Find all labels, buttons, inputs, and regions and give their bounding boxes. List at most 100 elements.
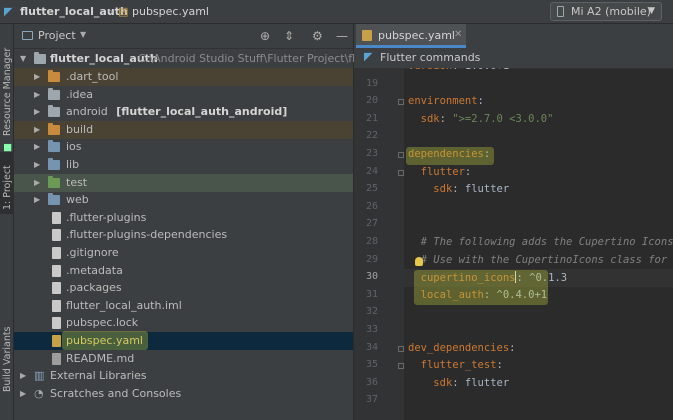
code-line[interactable]: flutter_test:	[408, 359, 503, 371]
tree-item-web[interactable]: ▶ web	[14, 191, 353, 209]
tree-item-build[interactable]: ▶ build	[14, 120, 353, 139]
collapsed-arrow-icon[interactable]: ▶	[34, 156, 40, 174]
tree-item-external-libraries[interactable]: ▶ ▥ External Libraries	[14, 367, 353, 385]
code-line[interactable]: sdk: flutter	[408, 183, 509, 195]
device-selector[interactable]: Mi A2 (mobile) ▼	[550, 2, 662, 21]
tree-item-scratches-and-consoles[interactable]: ▶ ◔ Scratches and Consoles	[14, 385, 353, 403]
fold-icon[interactable]	[398, 99, 404, 106]
tree-item-label: .flutter-plugins	[66, 210, 147, 224]
build-variants-tab[interactable]: Build Variants	[0, 320, 14, 396]
chevron-down-icon: ▼	[648, 6, 655, 16]
tree-item-label: .dart_tool	[66, 70, 119, 83]
project-tab[interactable]: 1: Project	[0, 152, 14, 214]
line-number: 18	[354, 68, 378, 71]
tree-item-lib[interactable]: ▶ lib	[14, 156, 353, 174]
navigation-bar: ◤ flutter_local_auth › ▤ pubspec.yaml Mi…	[0, 0, 673, 24]
fold-icon[interactable]	[398, 169, 404, 176]
collapsed-arrow-icon[interactable]: ▶	[34, 138, 40, 156]
collapsed-arrow-icon[interactable]: ▶	[34, 68, 40, 86]
file-icon	[52, 299, 61, 312]
editor-tab-pubspec[interactable]: pubspec.yaml ✕	[356, 24, 466, 48]
file-icon	[52, 264, 61, 277]
file-icon	[52, 211, 61, 224]
collapsed-arrow-icon[interactable]: ▶	[20, 385, 26, 403]
tree-item-android[interactable]: ▶ android [flutter_local_auth_android]	[14, 103, 353, 121]
flutter-icon: ◤	[4, 5, 13, 18]
tree-root[interactable]: ▼ flutter_local_auth C:\Android Studio S…	[14, 50, 388, 68]
tree-item-flutter-plugins[interactable]: .flutter-plugins	[14, 209, 353, 227]
code-line[interactable]: sdk: flutter	[408, 377, 509, 389]
breadcrumb-file[interactable]: pubspec.yaml	[132, 5, 209, 19]
module-name: [flutter_local_auth_android]	[116, 105, 288, 119]
left-tool-strip: Resource Manager ■ 1: Project Build Vari…	[0, 24, 14, 420]
tree-item-label: .metadata	[66, 263, 123, 277]
tree-item-metadata[interactable]: .metadata	[14, 262, 353, 280]
marker-highlight	[414, 270, 548, 306]
tree-item-label: android	[66, 105, 108, 119]
code-line[interactable]: dev_dependencies:	[408, 342, 515, 354]
collapsed-arrow-icon[interactable]: ▶	[34, 86, 40, 104]
line-number: 28	[365, 236, 378, 247]
editor-tabs: pubspec.yaml ✕	[354, 24, 673, 49]
code-line[interactable]: version: 1.0.0+1	[408, 68, 509, 72]
resource-manager-label: Resource Manager	[2, 47, 13, 136]
build-variants-label: Build Variants	[2, 326, 13, 392]
marker-highlight	[62, 331, 148, 350]
collapsed-arrow-icon[interactable]: ▶	[34, 103, 40, 121]
tree-item-label: test	[66, 175, 88, 189]
folder-icon	[48, 105, 60, 118]
tree-item-gitignore[interactable]: .gitignore	[14, 244, 353, 262]
device-label: Mi A2 (mobile)	[571, 5, 651, 18]
flutter-commands-link[interactable]: Flutter commands	[380, 51, 480, 64]
fold-icon[interactable]	[398, 363, 404, 370]
project-view-selector[interactable]: Project	[38, 29, 76, 42]
code-line[interactable]: # Use with the CupertinoIcons class for …	[408, 254, 673, 266]
chevron-down-icon[interactable]: ▼	[80, 30, 86, 39]
tree-item-readme-md[interactable]: README.md	[14, 350, 353, 368]
code-line[interactable]: sdk: ">=2.7.0 <3.0.0"	[408, 113, 554, 125]
lightbulb-icon[interactable]	[415, 256, 423, 266]
resource-manager-tab[interactable]: Resource Manager	[0, 28, 14, 140]
file-icon	[52, 352, 61, 365]
collapsed-arrow-icon[interactable]: ▶	[20, 367, 26, 385]
tree-item-dart-tool[interactable]: ▶ .dart_tool	[14, 68, 353, 86]
code-editor[interactable]: 18 version: 1.0.0+1 19 20 environment: 21 sdk…	[354, 68, 673, 420]
folder-icon	[48, 175, 60, 188]
tree-item-flutter-plugins-dependencies[interactable]: .flutter-plugins-dependencies	[14, 226, 353, 244]
tree-item-pubspec-lock[interactable]: pubspec.lock	[14, 314, 353, 332]
tree-item-idea[interactable]: ▶ .idea	[14, 86, 353, 104]
line-number: 34	[365, 341, 378, 353]
yaml-file-icon	[362, 30, 372, 41]
tree-item-label: .gitignore	[66, 246, 119, 259]
close-icon[interactable]: ✕	[454, 29, 462, 40]
expanded-arrow-icon[interactable]: ▼	[20, 50, 26, 68]
breadcrumb-separator-icon: ›	[109, 5, 114, 18]
tree-item-flutter-local-auth-iml[interactable]: flutter_local_auth.iml	[14, 297, 353, 315]
code-line[interactable]: flutter:	[408, 166, 472, 178]
project-tab-label: 1: Project	[2, 165, 13, 210]
tree-item-packages[interactable]: .packages	[14, 279, 353, 297]
line-number: 29	[365, 253, 378, 265]
locate-icon[interactable]: ⊕	[260, 29, 270, 43]
line-number: 32	[365, 306, 378, 318]
line-number: 24	[365, 165, 378, 177]
tree-item-label: .idea	[66, 87, 94, 101]
code-line[interactable]: # The following adds the Cupertino Icons…	[408, 236, 673, 248]
collapsed-arrow-icon[interactable]: ▶	[34, 191, 40, 209]
fold-icon[interactable]	[398, 152, 404, 158]
file-icon	[52, 317, 61, 330]
code-line[interactable]: environment:	[408, 95, 484, 107]
hide-panel-icon[interactable]: —	[336, 29, 348, 43]
collapse-all-icon[interactable]: ⇕	[284, 29, 294, 43]
collapsed-arrow-icon[interactable]: ▶	[34, 174, 40, 192]
collapsed-arrow-icon[interactable]: ▶	[34, 121, 40, 139]
tree-item-ios[interactable]: ▶ ios	[14, 138, 353, 156]
folder-icon	[48, 70, 60, 82]
tree-item-label: build	[66, 122, 94, 136]
fold-icon[interactable]	[398, 345, 404, 352]
tree-item-test[interactable]: ▶ test	[14, 173, 353, 192]
gear-icon[interactable]: ⚙	[312, 29, 323, 43]
tree-item-label: flutter_local_auth.iml	[66, 298, 182, 312]
line-number: 36	[365, 376, 378, 388]
tree-item-label: web	[66, 193, 89, 207]
